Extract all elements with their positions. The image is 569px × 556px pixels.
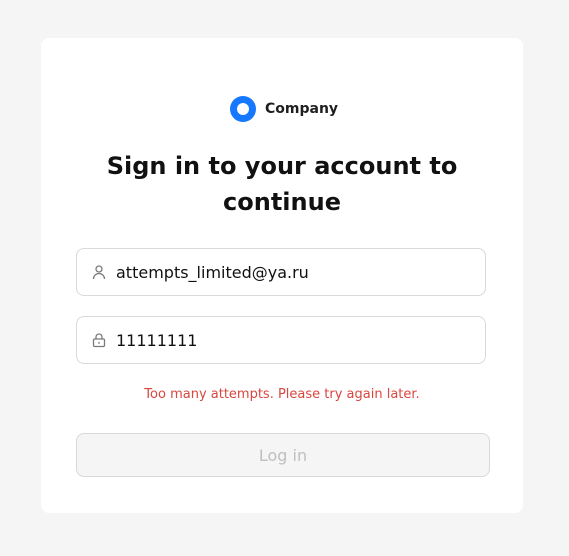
email-input[interactable] xyxy=(116,262,476,282)
ring-logo-icon xyxy=(230,96,256,122)
email-field[interactable] xyxy=(76,248,486,296)
login-button[interactable]: Log in xyxy=(76,433,490,477)
page-title-line-2: continue xyxy=(223,188,341,216)
page-title-line-1: Sign in to your account to xyxy=(106,152,458,180)
page-title: Sign in to your account to continue xyxy=(41,148,523,220)
password-input[interactable] xyxy=(116,330,476,350)
password-field[interactable] xyxy=(76,316,486,364)
error-message: Too many attempts. Please try again late… xyxy=(144,387,420,402)
brand-name: Company xyxy=(265,101,339,117)
lock-icon xyxy=(91,332,107,348)
user-icon xyxy=(91,264,107,280)
login-card: Company Sign in to your account to conti… xyxy=(41,38,523,513)
brand: Company xyxy=(230,96,338,122)
